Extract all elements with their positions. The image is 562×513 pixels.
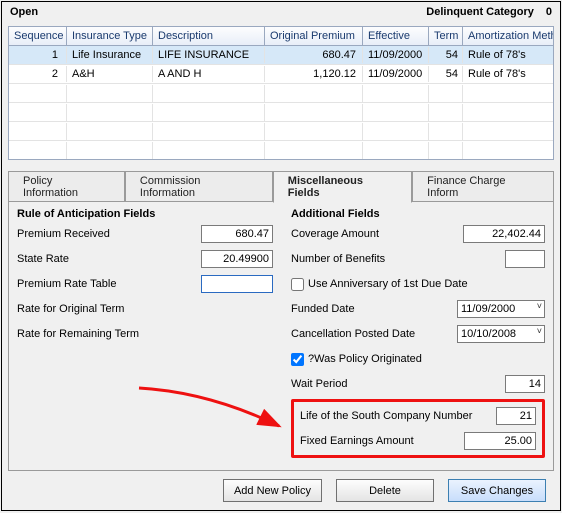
policy-window: Open Delinquent Category 0 Sequence Insu… [1, 1, 561, 511]
rate-remaining-term-label: Rate for Remaining Term [17, 328, 273, 340]
wait-period-label: Wait Period [291, 378, 505, 390]
wait-period-input[interactable] [505, 375, 545, 393]
tab-strip: Policy Information Commission Informatio… [8, 171, 554, 202]
fixed-earnings-label: Fixed Earnings Amount [300, 435, 464, 447]
premium-rate-table-input[interactable] [201, 275, 273, 293]
table-row[interactable]: 2A&HA AND H1,120.1211/09/200054Rule of 7… [9, 65, 553, 84]
highlighted-fields-box: Life of the South Company Number Fixed E… [291, 399, 545, 458]
delinquent-category-value: 0 [542, 6, 552, 18]
state-rate-label: State Rate [17, 253, 201, 265]
rule-of-anticipation-section: Rule of Anticipation Fields Premium Rece… [17, 208, 273, 460]
col-description[interactable]: Description [153, 27, 265, 45]
table-row-empty [9, 141, 553, 160]
rule-of-anticipation-title: Rule of Anticipation Fields [17, 208, 273, 220]
save-changes-button[interactable]: Save Changes [448, 479, 546, 502]
was-policy-originated-label: ?Was Policy Originated [308, 353, 422, 365]
rate-original-term-label: Rate for Original Term [17, 303, 273, 315]
tab-commission-information[interactable]: Commission Information [125, 171, 273, 202]
tab-finance-charge-information[interactable]: Finance Charge Inform [412, 171, 554, 202]
cell-description: A AND H [153, 66, 265, 82]
cell-insurance_type: A&H [67, 66, 153, 82]
col-sequence[interactable]: Sequence [9, 27, 67, 45]
premium-received-label: Premium Received [17, 228, 201, 240]
cell-term: 54 [429, 47, 463, 63]
cancellation-date-input[interactable] [457, 325, 545, 343]
was-policy-originated-row: ?Was Policy Originated [291, 349, 545, 369]
cell-effective: 11/09/2000 [363, 66, 429, 82]
use-anniversary-label: Use Anniversary of 1st Due Date [308, 278, 468, 290]
delete-button[interactable]: Delete [336, 479, 434, 502]
cell-original_premium: 1,120.12 [265, 66, 363, 82]
funded-date-label: Funded Date [291, 303, 457, 315]
cell-insurance_type: Life Insurance [67, 47, 153, 63]
add-new-policy-button[interactable]: Add New Policy [223, 479, 322, 502]
policy-grid[interactable]: Sequence Insurance Type Description Orig… [8, 26, 554, 160]
tab-body-miscellaneous: Rule of Anticipation Fields Premium Rece… [8, 201, 554, 471]
col-insurance-type[interactable]: Insurance Type [67, 27, 153, 45]
delinquent-category-label: Delinquent Category [426, 6, 534, 18]
use-anniversary-checkbox[interactable] [291, 278, 304, 291]
table-row-empty [9, 84, 553, 103]
action-button-row: Add New Policy Delete Save Changes [223, 479, 546, 502]
table-row[interactable]: 1Life InsuranceLIFE INSURANCE680.4711/09… [9, 46, 553, 65]
cell-description: LIFE INSURANCE [153, 47, 265, 63]
state-rate-input[interactable] [201, 250, 273, 268]
coverage-amount-label: Coverage Amount [291, 228, 463, 240]
cell-term: 54 [429, 66, 463, 82]
life-of-south-label: Life of the South Company Number [300, 410, 496, 422]
cell-amortization: Rule of 78's [463, 66, 553, 82]
tab-miscellaneous-fields[interactable]: Miscellaneous Fields [273, 171, 412, 203]
premium-received-input[interactable] [201, 225, 273, 243]
cell-sequence: 2 [9, 66, 67, 82]
col-effective[interactable]: Effective [363, 27, 429, 45]
fixed-earnings-input[interactable] [464, 432, 536, 450]
header-bar: Open Delinquent Category 0 [2, 2, 560, 20]
cell-amortization: Rule of 78's [463, 47, 553, 63]
col-original-premium[interactable]: Original Premium [265, 27, 363, 45]
tab-policy-information[interactable]: Policy Information [8, 171, 125, 202]
table-row-empty [9, 122, 553, 141]
table-row-empty [9, 103, 553, 122]
cancellation-date-label: Cancellation Posted Date [291, 328, 457, 340]
additional-fields-section: Additional Fields Coverage Amount Number… [291, 208, 545, 460]
number-of-benefits-input[interactable] [505, 250, 545, 268]
col-term[interactable]: Term [429, 27, 463, 45]
number-of-benefits-label: Number of Benefits [291, 253, 505, 265]
coverage-amount-input[interactable] [463, 225, 545, 243]
life-of-south-input[interactable] [496, 407, 536, 425]
cell-original_premium: 680.47 [265, 47, 363, 63]
grid-header: Sequence Insurance Type Description Orig… [9, 27, 553, 46]
col-amortization[interactable]: Amortization Method [463, 27, 553, 45]
cell-sequence: 1 [9, 47, 67, 63]
was-policy-originated-checkbox[interactable] [291, 353, 304, 366]
use-anniversary-checkbox-row: Use Anniversary of 1st Due Date [291, 274, 545, 294]
additional-fields-title: Additional Fields [291, 208, 545, 220]
funded-date-input[interactable] [457, 300, 545, 318]
premium-rate-table-label: Premium Rate Table [17, 278, 201, 290]
cell-effective: 11/09/2000 [363, 47, 429, 63]
status-label: Open [10, 6, 426, 18]
